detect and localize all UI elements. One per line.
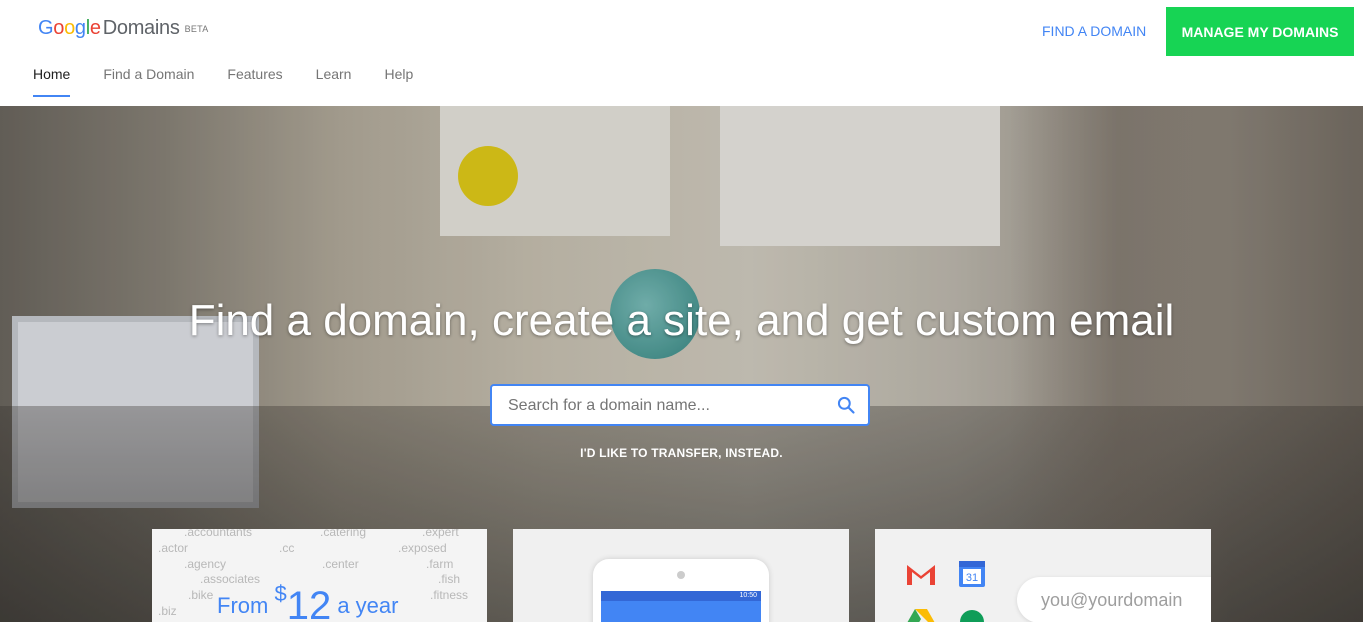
phone-status-bar: 10:50 (601, 591, 761, 601)
tld-label: .fish (438, 572, 461, 586)
main-nav: Home Find a Domain Features Learn Help (33, 66, 446, 97)
hero-headline: Find a domain, create a site, and get cu… (188, 296, 1175, 345)
tld-label: .biz (158, 604, 177, 618)
pricing-card[interactable]: .accountants .expert .actor .cc .caterin… (152, 529, 487, 622)
phone-camera (677, 571, 685, 579)
gmail-icon (907, 565, 935, 585)
tld-label: .accountants (184, 529, 253, 539)
drive-icon (907, 609, 935, 622)
logo-product-name: Domains (102, 17, 180, 39)
calendar-day: 31 (966, 572, 978, 584)
create-site-card[interactable]: 10:50 (513, 529, 849, 622)
domain-search-box (490, 384, 870, 426)
custom-email-card[interactable]: 31 you@yourdomain (875, 529, 1211, 622)
price-text: From $12 a year (217, 581, 398, 622)
beta-badge: BETA (184, 23, 209, 34)
calendar-icon: 31 (959, 561, 985, 587)
tld-label: .bike (188, 588, 214, 602)
tld-label: .farm (426, 557, 454, 571)
tld-label: .center (322, 557, 359, 571)
google-domains-logo[interactable]: Google Domains BETA (38, 17, 209, 40)
logo-letter-g2: g (74, 17, 86, 39)
hero-section: Find a domain, create a site, and get cu… (0, 106, 1363, 622)
tld-label: .cc (279, 541, 295, 555)
tld-label: .exposed (398, 541, 447, 555)
price-currency: $ (274, 581, 287, 606)
custom-email-address: you@yourdomain (1017, 577, 1211, 622)
find-a-domain-link[interactable]: FIND A DOMAIN (1042, 23, 1146, 39)
search-icon[interactable] (836, 395, 856, 415)
tld-label: .expert (422, 529, 459, 539)
price-amount: 12 (286, 584, 332, 622)
nav-learn[interactable]: Learn (316, 66, 352, 97)
phone-illustration: 10:50 (593, 559, 769, 622)
price-prefix: From (217, 593, 269, 618)
logo-letter-o2: o (64, 17, 75, 39)
logo-letter-e: e (89, 17, 101, 39)
logo-letter-o1: o (53, 17, 65, 39)
transfer-link[interactable]: I'D LIKE TO TRANSFER, INSTEAD. (0, 446, 1363, 460)
tld-label: .actor (158, 541, 189, 555)
domain-search-input[interactable] (506, 386, 830, 426)
top-bar: Google Domains BETA Home Find a Domain Fea… (0, 0, 1363, 106)
nav-features[interactable]: Features (227, 66, 282, 97)
tld-label: .catering (320, 529, 367, 539)
price-suffix: a year (337, 593, 399, 618)
nav-home[interactable]: Home (33, 66, 71, 97)
tld-label: .fitness (430, 588, 469, 602)
nav-help[interactable]: Help (384, 66, 413, 97)
manage-my-domains-button[interactable]: MANAGE MY DOMAINS (1166, 7, 1354, 56)
logo-letter-g: G (38, 17, 54, 39)
email-address-text: you@yourdomain (1041, 590, 1183, 610)
tld-label: .agency (184, 557, 227, 571)
hangouts-icon (960, 610, 984, 622)
nav-find-a-domain[interactable]: Find a Domain (103, 66, 194, 97)
